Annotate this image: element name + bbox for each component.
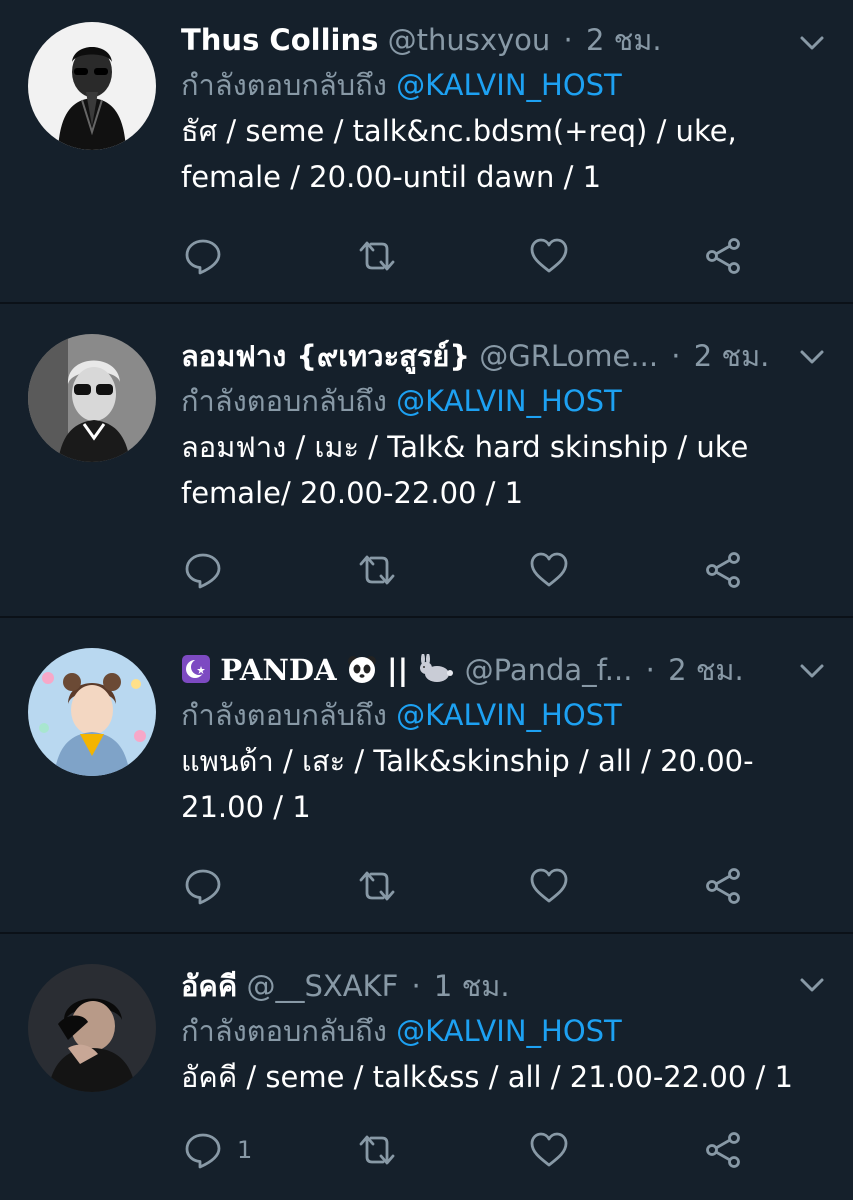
- reply-icon: [183, 550, 223, 590]
- avatar[interactable]: [28, 22, 156, 150]
- reply-mention[interactable]: @KALVIN_HOST: [396, 698, 622, 732]
- display-name[interactable]: อัคคี: [181, 969, 237, 1003]
- tweet-header: Thus Collins @thusxyou · 2 ชม.: [181, 18, 833, 62]
- like-icon: [529, 550, 569, 590]
- separator-dot: ·: [645, 653, 655, 687]
- reply-context: กำลังตอบกลับถึง @KALVIN_HOST: [181, 692, 833, 738]
- tweet[interactable]: Thus Collins @thusxyou · 2 ชม. กำลังตอบก…: [0, 0, 853, 304]
- retweet-button[interactable]: [355, 1130, 399, 1170]
- tweet-header: อัคคี @__SXAKF · 1 ชม.: [181, 964, 833, 1008]
- share-icon: [703, 866, 743, 906]
- share-icon: [703, 236, 743, 276]
- timeline: Thus Collins @thusxyou · 2 ชม. กำลังตอบก…: [0, 0, 853, 1200]
- tweet-actions: [181, 550, 741, 590]
- retweet-icon: [355, 866, 399, 906]
- chevron-down-icon[interactable]: [799, 972, 825, 998]
- separator-dot: ·: [411, 969, 421, 1003]
- reply-mention[interactable]: @KALVIN_HOST: [396, 384, 622, 418]
- share-button[interactable]: [703, 866, 743, 906]
- timestamp[interactable]: 2 ชม.: [668, 653, 744, 687]
- reply-prefix: กำลังตอบกลับถึง: [181, 384, 387, 418]
- reply-button[interactable]: [183, 236, 237, 276]
- tweet-actions: 1: [181, 1130, 741, 1170]
- reply-context: กำลังตอบกลับถึง @KALVIN_HOST: [181, 378, 833, 424]
- like-button[interactable]: [529, 236, 569, 276]
- separator-dot: ·: [671, 339, 681, 373]
- handle[interactable]: @__SXAKF: [246, 969, 398, 1003]
- reply-icon: [183, 866, 223, 906]
- display-name[interactable]: PANDA: [220, 653, 336, 687]
- share-button[interactable]: [703, 1130, 743, 1170]
- separator-dot: ·: [563, 23, 573, 57]
- share-button[interactable]: [703, 550, 743, 590]
- tweet-header: PANDA || @Panda_f... · 2 ชม.: [181, 648, 833, 692]
- like-icon: [529, 236, 569, 276]
- like-button[interactable]: [529, 1130, 569, 1170]
- retweet-button[interactable]: [355, 550, 399, 590]
- retweet-icon: [355, 550, 399, 590]
- timestamp[interactable]: 1 ชม.: [434, 969, 510, 1003]
- avatar[interactable]: [28, 648, 156, 776]
- retweet-button[interactable]: [355, 236, 399, 276]
- tweet-actions: [181, 236, 741, 276]
- rabbit-icon: [417, 654, 455, 684]
- share-icon: [703, 1130, 743, 1170]
- like-icon: [529, 866, 569, 906]
- display-name[interactable]: ลอมฟาง {๙เทวะสูรย์}: [181, 339, 470, 373]
- tweet-text: แพนด้า / เสะ / Talk&skinship / all / 20.…: [181, 744, 754, 824]
- reply-icon: [183, 1130, 223, 1170]
- panda-face-icon: [346, 653, 378, 685]
- handle[interactable]: @thusxyou: [388, 23, 551, 57]
- reply-count: 1: [237, 1136, 253, 1164]
- reply-mention[interactable]: @KALVIN_HOST: [396, 1014, 622, 1048]
- reply-icon: [183, 236, 223, 276]
- share-button[interactable]: [703, 236, 743, 276]
- tweet-text: ธัศ / seme / talk&nc.bdsm(+req) / uke, f…: [181, 114, 737, 194]
- tweet[interactable]: ลอมฟาง {๙เทวะสูรย์} @GRLome... · 2 ชม. ก…: [0, 304, 853, 618]
- chevron-down-icon[interactable]: [799, 344, 825, 370]
- like-button[interactable]: [529, 866, 569, 906]
- reply-button[interactable]: [183, 550, 237, 590]
- timestamp[interactable]: 2 ชม.: [694, 339, 770, 373]
- share-icon: [703, 550, 743, 590]
- tweet-text: ลอมฟาง / เมะ / Talk& hard skinship / uke…: [181, 430, 749, 510]
- avatar[interactable]: [28, 964, 156, 1092]
- handle[interactable]: @Panda_f...: [465, 653, 633, 687]
- reply-button[interactable]: [183, 866, 237, 906]
- timestamp[interactable]: 2 ชม.: [586, 23, 662, 57]
- reply-button[interactable]: 1: [183, 1130, 252, 1170]
- tweet-header: ลอมฟาง {๙เทวะสูรย์} @GRLome... · 2 ชม.: [181, 334, 833, 378]
- retweet-icon: [355, 1130, 399, 1170]
- chevron-down-icon[interactable]: [799, 658, 825, 684]
- reply-prefix: กำลังตอบกลับถึง: [181, 698, 387, 732]
- like-button[interactable]: [529, 550, 569, 590]
- like-icon: [529, 1130, 569, 1170]
- avatar[interactable]: [28, 334, 156, 462]
- tweet[interactable]: อัคคี @__SXAKF · 1 ชม. กำลังตอบกลับถึง @…: [0, 934, 853, 1200]
- reply-context: กำลังตอบกลับถึง @KALVIN_HOST: [181, 1008, 833, 1054]
- display-name[interactable]: Thus Collins: [181, 23, 378, 57]
- tweet[interactable]: PANDA || @Panda_f... · 2 ชม. กำลังตอบกลั…: [0, 618, 853, 934]
- display-name-separator: ||: [387, 653, 409, 687]
- chevron-down-icon[interactable]: [799, 30, 825, 56]
- reply-prefix: กำลังตอบกลับถึง: [181, 68, 387, 102]
- reply-mention[interactable]: @KALVIN_HOST: [396, 68, 622, 102]
- retweet-button[interactable]: [355, 866, 399, 906]
- tweet-text: อัคคี / seme / talk&ss / all / 21.00-22.…: [181, 1060, 793, 1094]
- retweet-icon: [355, 236, 399, 276]
- tweet-actions: [181, 866, 741, 906]
- star-and-crescent-icon: [181, 654, 211, 684]
- handle[interactable]: @GRLome...: [479, 339, 658, 373]
- reply-prefix: กำลังตอบกลับถึง: [181, 1014, 387, 1048]
- reply-context: กำลังตอบกลับถึง @KALVIN_HOST: [181, 62, 833, 108]
